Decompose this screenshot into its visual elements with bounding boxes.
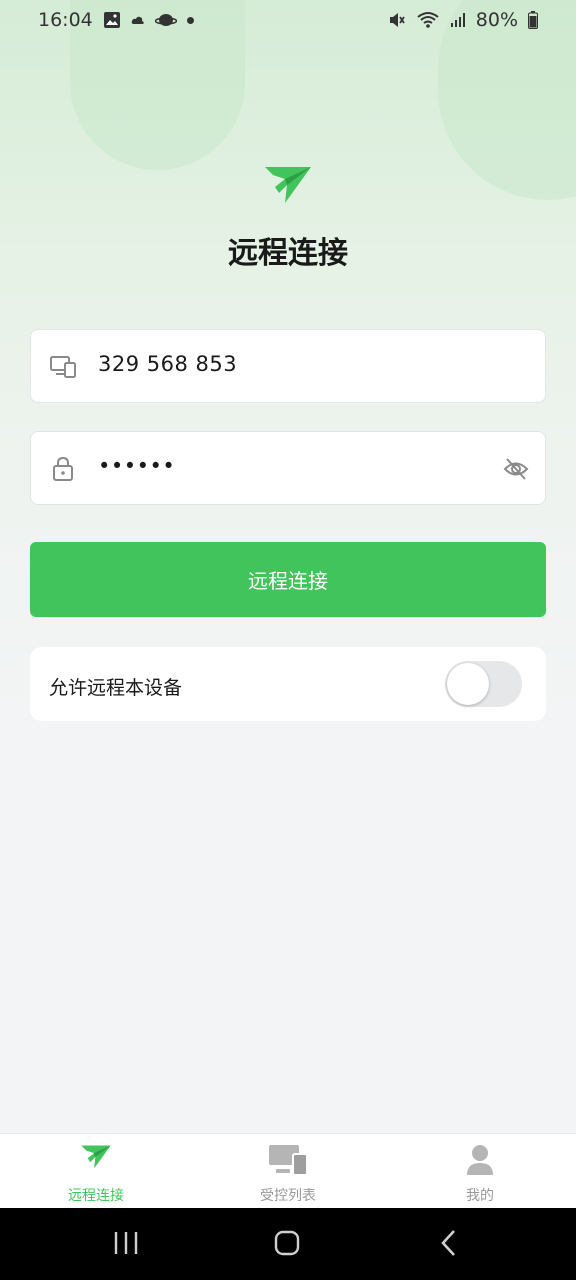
eye-off-icon[interactable] bbox=[503, 456, 529, 482]
status-time: 16:04 bbox=[38, 9, 93, 31]
toggle-knob bbox=[447, 663, 489, 705]
tab-label: 我的 bbox=[466, 1188, 494, 1204]
planet-icon bbox=[154, 14, 177, 26]
battery-icon bbox=[528, 11, 538, 29]
allow-remote-label: 允许远程本设备 bbox=[49, 677, 183, 699]
remote-connect-button[interactable]: 远程连接 bbox=[30, 542, 546, 617]
devices-icon bbox=[269, 1145, 308, 1176]
tab-mine[interactable]: 我的 bbox=[384, 1134, 576, 1209]
gallery-icon bbox=[103, 12, 120, 28]
system-nav-bar bbox=[0, 1208, 576, 1280]
tab-controlled-list[interactable]: 受控列表 bbox=[192, 1134, 384, 1209]
device-icon bbox=[50, 356, 76, 378]
tab-remote-connect[interactable]: 远程连接 bbox=[0, 1134, 192, 1209]
allow-remote-toggle[interactable] bbox=[445, 661, 522, 707]
user-icon bbox=[467, 1145, 493, 1175]
mute-icon bbox=[389, 13, 405, 27]
paper-plane-logo-icon bbox=[265, 167, 311, 203]
wifi-icon bbox=[417, 12, 439, 28]
battery-percent: 80% bbox=[475, 9, 518, 31]
password-value: •••••• bbox=[98, 454, 176, 478]
notification-dot-icon bbox=[186, 16, 194, 24]
signal-icon bbox=[450, 13, 465, 27]
tab-label: 受控列表 bbox=[260, 1188, 316, 1204]
back-icon[interactable] bbox=[438, 1228, 460, 1258]
remote-connect-icon bbox=[81, 1145, 111, 1169]
status-bar: 16:04 80% bbox=[0, 0, 576, 40]
lock-icon bbox=[53, 457, 73, 481]
cloud-icon bbox=[131, 16, 144, 24]
allow-remote-card: 允许远程本设备 bbox=[30, 647, 546, 721]
device-id-field[interactable]: 329 568 853 bbox=[30, 329, 546, 403]
home-icon[interactable] bbox=[273, 1228, 301, 1258]
recents-icon[interactable] bbox=[113, 1228, 139, 1258]
tab-label: 远程连接 bbox=[68, 1188, 124, 1204]
password-field[interactable]: •••••• bbox=[30, 431, 546, 505]
page-title: 远程连接 bbox=[228, 236, 348, 271]
bottom-tab-bar: 远程连接 受控列表 我的 bbox=[0, 1133, 576, 1208]
device-id-value: 329 568 853 bbox=[98, 352, 238, 376]
